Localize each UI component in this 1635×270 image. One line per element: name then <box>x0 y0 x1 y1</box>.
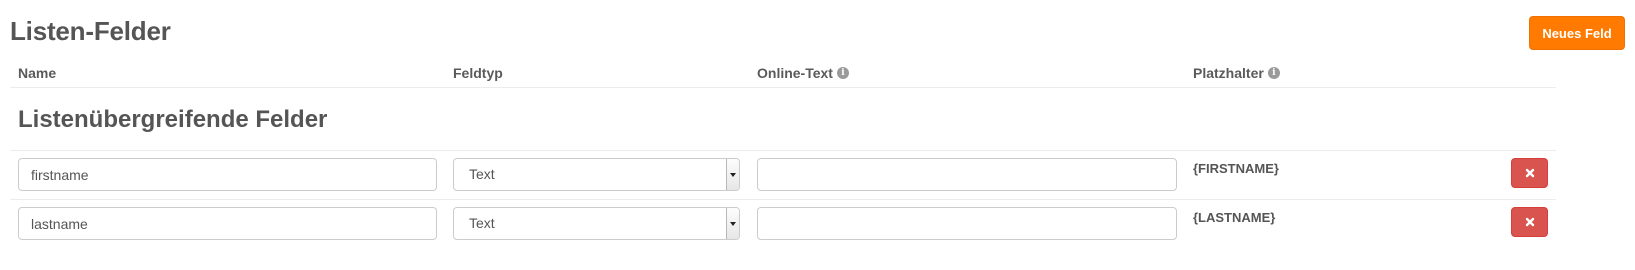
column-header-online-text: Online-Text i <box>757 64 849 82</box>
header-divider <box>10 87 1556 88</box>
times-icon <box>1525 168 1534 178</box>
online-text-input[interactable] <box>757 158 1177 191</box>
column-header-field-type: Feldtyp <box>453 64 503 82</box>
field-name-input[interactable] <box>18 207 437 240</box>
caret-down-icon <box>726 208 739 239</box>
field-type-value: Text <box>469 166 495 182</box>
new-field-button[interactable]: Neues Feld <box>1529 16 1625 50</box>
field-type-select[interactable]: Text <box>453 158 740 191</box>
delete-field-button[interactable] <box>1511 207 1548 237</box>
column-header-name: Name <box>18 64 56 82</box>
times-icon <box>1525 217 1534 227</box>
online-text-input[interactable] <box>757 207 1177 240</box>
section-divider <box>10 150 1556 151</box>
column-header-placeholder: Platzhalter i <box>1193 64 1280 82</box>
column-header-field-type-label: Feldtyp <box>453 65 503 81</box>
section-title: Listenübergreifende Felder <box>18 106 328 133</box>
row-divider <box>10 199 1556 200</box>
column-header-placeholder-label: Platzhalter <box>1193 65 1264 81</box>
placeholder-value: {FIRSTNAME} <box>1193 161 1279 176</box>
delete-field-button[interactable] <box>1511 158 1548 188</box>
info-icon[interactable]: i <box>1267 67 1280 79</box>
field-type-value: Text <box>469 215 495 231</box>
placeholder-value: {LASTNAME} <box>1193 210 1276 225</box>
info-icon[interactable]: i <box>836 67 849 79</box>
caret-down-icon <box>726 159 739 190</box>
page-title: Listen-Felder <box>10 16 171 46</box>
field-name-input[interactable] <box>18 158 437 191</box>
column-header-online-text-label: Online-Text <box>757 65 833 81</box>
column-header-name-label: Name <box>18 65 57 81</box>
field-type-select[interactable]: Text <box>453 207 740 240</box>
